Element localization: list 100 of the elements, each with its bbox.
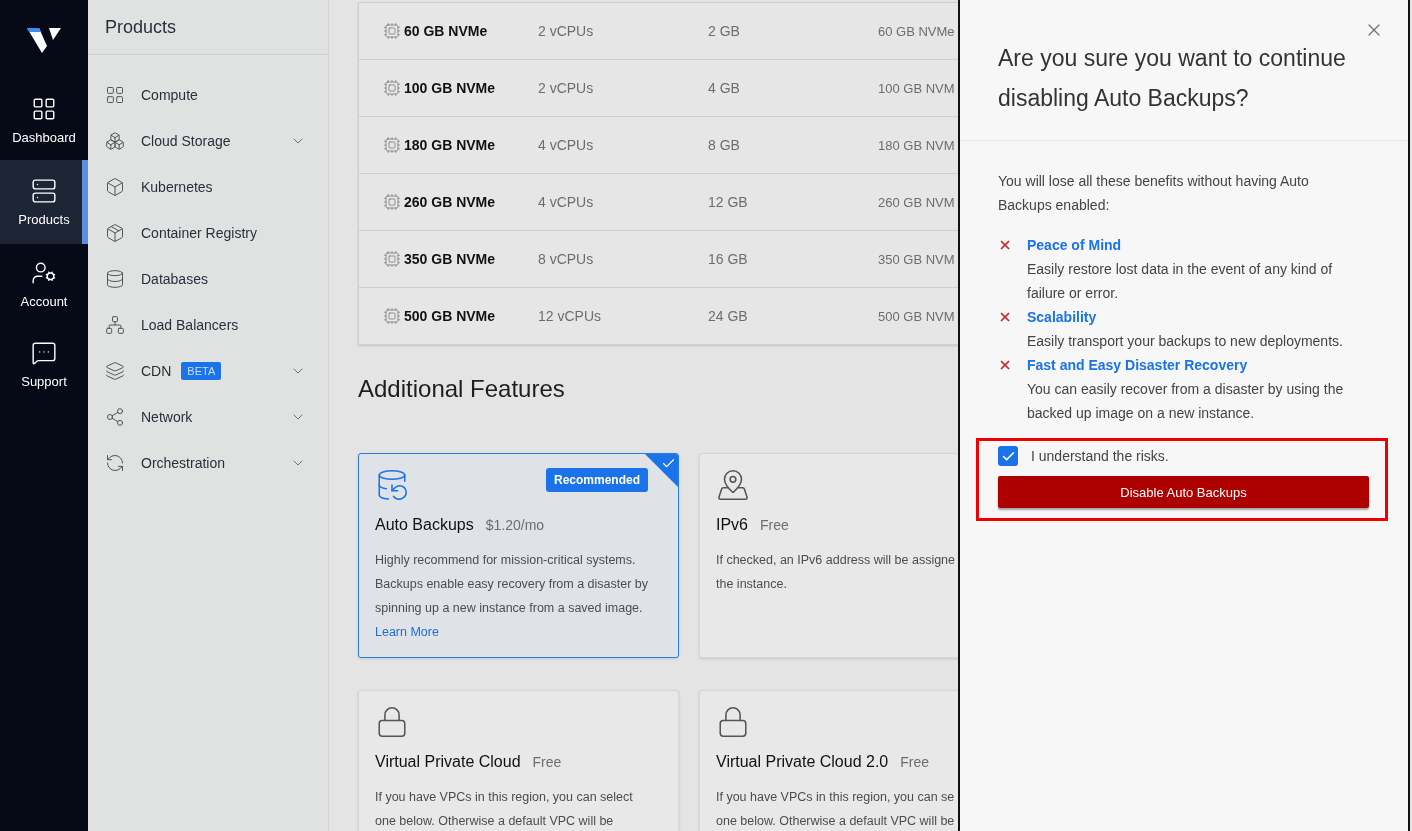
chip-icon bbox=[383, 193, 401, 211]
table-cell-text: 100 GB NVMe bbox=[404, 80, 497, 96]
menu-label: Network bbox=[141, 409, 193, 425]
benefit-title: Peace of Mind bbox=[1027, 236, 1123, 255]
product-menu-item[interactable]: Compute bbox=[88, 72, 328, 118]
cross-icon bbox=[998, 238, 1012, 252]
menu-label: Compute bbox=[141, 87, 198, 103]
product-menu-item[interactable]: Orchestration bbox=[88, 440, 328, 486]
chip-icon bbox=[383, 307, 401, 325]
feature-card[interactable]: Recommended Auto Backups $1.20/mo Highly recommend for mission-critical systems. Backups enable easy recovery from a disaster by spinning up a new instance from a saved image. Learn More bbox=[358, 453, 679, 658]
boxes-icon bbox=[105, 131, 125, 151]
nav-item[interactable]: Dashboard bbox=[0, 80, 88, 160]
section-title: Additional Features bbox=[358, 375, 566, 403]
benefit-text: You can easily recover from a disaster by using the backed up image on a new instance. bbox=[1027, 380, 1345, 423]
card-description: Backups enable easy recovery from a disaster by bbox=[375, 576, 650, 593]
backup-icon bbox=[375, 468, 409, 502]
grid-icon bbox=[105, 85, 125, 105]
table-cell-text: 4 vCPUs bbox=[538, 137, 595, 153]
benefit-title: Scalability bbox=[1027, 308, 1098, 327]
card-description: one below. Otherwise a default VPC will be bbox=[375, 813, 615, 830]
card-description: Highly recommend for mission-critical systems. bbox=[375, 552, 637, 569]
drawer-title: Are you sure you want to continue disabling Auto Backups? bbox=[998, 44, 1347, 113]
table-cell-text: 260 GB NVM bbox=[878, 194, 956, 210]
card-description: If you have VPCs in this region, you can se bbox=[716, 789, 956, 806]
refresh-icon bbox=[105, 453, 125, 473]
table-cell-text: 2 vCPUs bbox=[538, 23, 595, 39]
menu-label: Kubernetes bbox=[141, 179, 213, 195]
table-cell-text: 180 GB NVM bbox=[878, 137, 956, 153]
nav-item[interactable]: Products bbox=[0, 160, 88, 244]
menu-label: Cloud Storage bbox=[141, 133, 231, 149]
table-cell-text: 350 GB NVMe bbox=[404, 251, 497, 267]
learn-more-link[interactable]: Learn More bbox=[375, 620, 439, 644]
layers-icon bbox=[105, 361, 125, 381]
feature-card[interactable]: Virtual Private Cloud 2.0 Free If you have VPCs in this region, you can se one below. Otherwise a default VPC will be bbox=[699, 690, 958, 831]
share-icon bbox=[105, 407, 125, 427]
table-cell-text: 500 GB NVM bbox=[878, 308, 956, 324]
menu-label: CDN bbox=[141, 363, 172, 379]
nav-item[interactable]: Support bbox=[0, 324, 88, 404]
lock-icon bbox=[375, 705, 409, 739]
intro-text: You will lose all these benefits without having Auto Backups enabled: bbox=[998, 172, 1310, 215]
table-cell-text: 100 GB NVM bbox=[878, 80, 956, 96]
menu-label: Orchestration bbox=[141, 455, 226, 471]
product-menu-item[interactable]: CDN BETA bbox=[88, 348, 328, 394]
chip-icon bbox=[383, 136, 401, 154]
checkbox-label: I understand the risks. bbox=[1031, 448, 1169, 464]
table-cell-text: 8 vCPUs bbox=[538, 251, 595, 267]
beta-badge: BETA bbox=[181, 362, 222, 380]
product-menu-item[interactable]: Load Balancers bbox=[88, 302, 328, 348]
card-description: the instance. bbox=[716, 576, 788, 593]
chip-icon bbox=[383, 22, 401, 40]
table-cell-text: 8 GB bbox=[708, 137, 741, 153]
package-icon bbox=[105, 223, 125, 243]
product-menu-item[interactable]: Kubernetes bbox=[88, 164, 328, 210]
lock-icon bbox=[716, 705, 750, 739]
card-price: Free bbox=[900, 754, 930, 770]
feature-card[interactable]: Virtual Private Cloud Free If you have VPCs in this region, you can select one below. Otherwise a default VPC will be bbox=[358, 690, 679, 831]
table-cell-text: 12 vCPUs bbox=[538, 308, 603, 324]
chip-icon bbox=[383, 250, 401, 268]
product-menu-item[interactable]: Cloud Storage bbox=[88, 118, 328, 164]
benefit-text: Easily restore lost data in the event of any kind of failure or error. bbox=[1027, 260, 1334, 303]
feature-card[interactable]: IPv6 Free If checked, an IPv6 address will be assigne the instance. bbox=[699, 453, 958, 658]
product-menu-item[interactable]: Network bbox=[88, 394, 328, 440]
benefit-text: Easily transport your backups to new deployments. bbox=[1027, 332, 1344, 351]
chip-icon bbox=[383, 79, 401, 97]
card-price: $1.20/mo bbox=[485, 517, 545, 533]
network-icon bbox=[105, 315, 125, 335]
table-cell-text: 2 vCPUs bbox=[538, 80, 595, 96]
nav-item[interactable]: Account bbox=[0, 244, 88, 324]
panel-title: Products bbox=[88, 0, 328, 55]
disable-backups-button[interactable]: Disable Auto Backups bbox=[998, 476, 1369, 508]
table-cell-text: 24 GB bbox=[708, 308, 749, 324]
menu-label: Container Registry bbox=[141, 225, 257, 241]
table-cell-text: 60 GB NVMe bbox=[404, 23, 489, 39]
product-menu-item[interactable]: Container Registry bbox=[88, 210, 328, 256]
table-cell-text: 500 GB NVMe bbox=[404, 308, 497, 324]
card-description: If checked, an IPv6 address will be assigne bbox=[716, 552, 957, 569]
logo-icon bbox=[27, 26, 61, 54]
benefit-title: Fast and Easy Disaster Recovery bbox=[1027, 356, 1249, 375]
card-description: one below. Otherwise a default VPC will be bbox=[716, 813, 956, 830]
card-title: IPv6 bbox=[716, 516, 748, 534]
checkbox[interactable] bbox=[998, 446, 1018, 466]
table-cell-text: 16 GB bbox=[708, 251, 749, 267]
table-cell-text: 4 vCPUs bbox=[538, 194, 595, 210]
map-pin-icon bbox=[716, 468, 750, 502]
menu-label: Load Balancers bbox=[141, 317, 239, 333]
cross-icon bbox=[998, 358, 1012, 372]
database-icon bbox=[105, 269, 125, 289]
card-description: If you have VPCs in this region, you can select bbox=[375, 789, 634, 806]
card-price: Free bbox=[760, 517, 789, 533]
table-cell-text: 260 GB NVMe bbox=[404, 194, 497, 210]
recommended-badge: Recommended bbox=[545, 468, 648, 492]
table-cell-text: 60 GB NVMe bbox=[878, 23, 956, 39]
product-menu-item[interactable]: Databases bbox=[88, 256, 328, 302]
menu-label: Databases bbox=[141, 271, 208, 287]
card-price: Free bbox=[532, 754, 562, 770]
table-cell-text: 2 GB bbox=[708, 23, 741, 39]
card-title: Virtual Private Cloud 2.0 bbox=[716, 753, 889, 771]
card-title: Auto Backups bbox=[375, 516, 474, 534]
cross-icon bbox=[998, 310, 1012, 324]
table-cell-text: 4 GB bbox=[708, 80, 741, 96]
